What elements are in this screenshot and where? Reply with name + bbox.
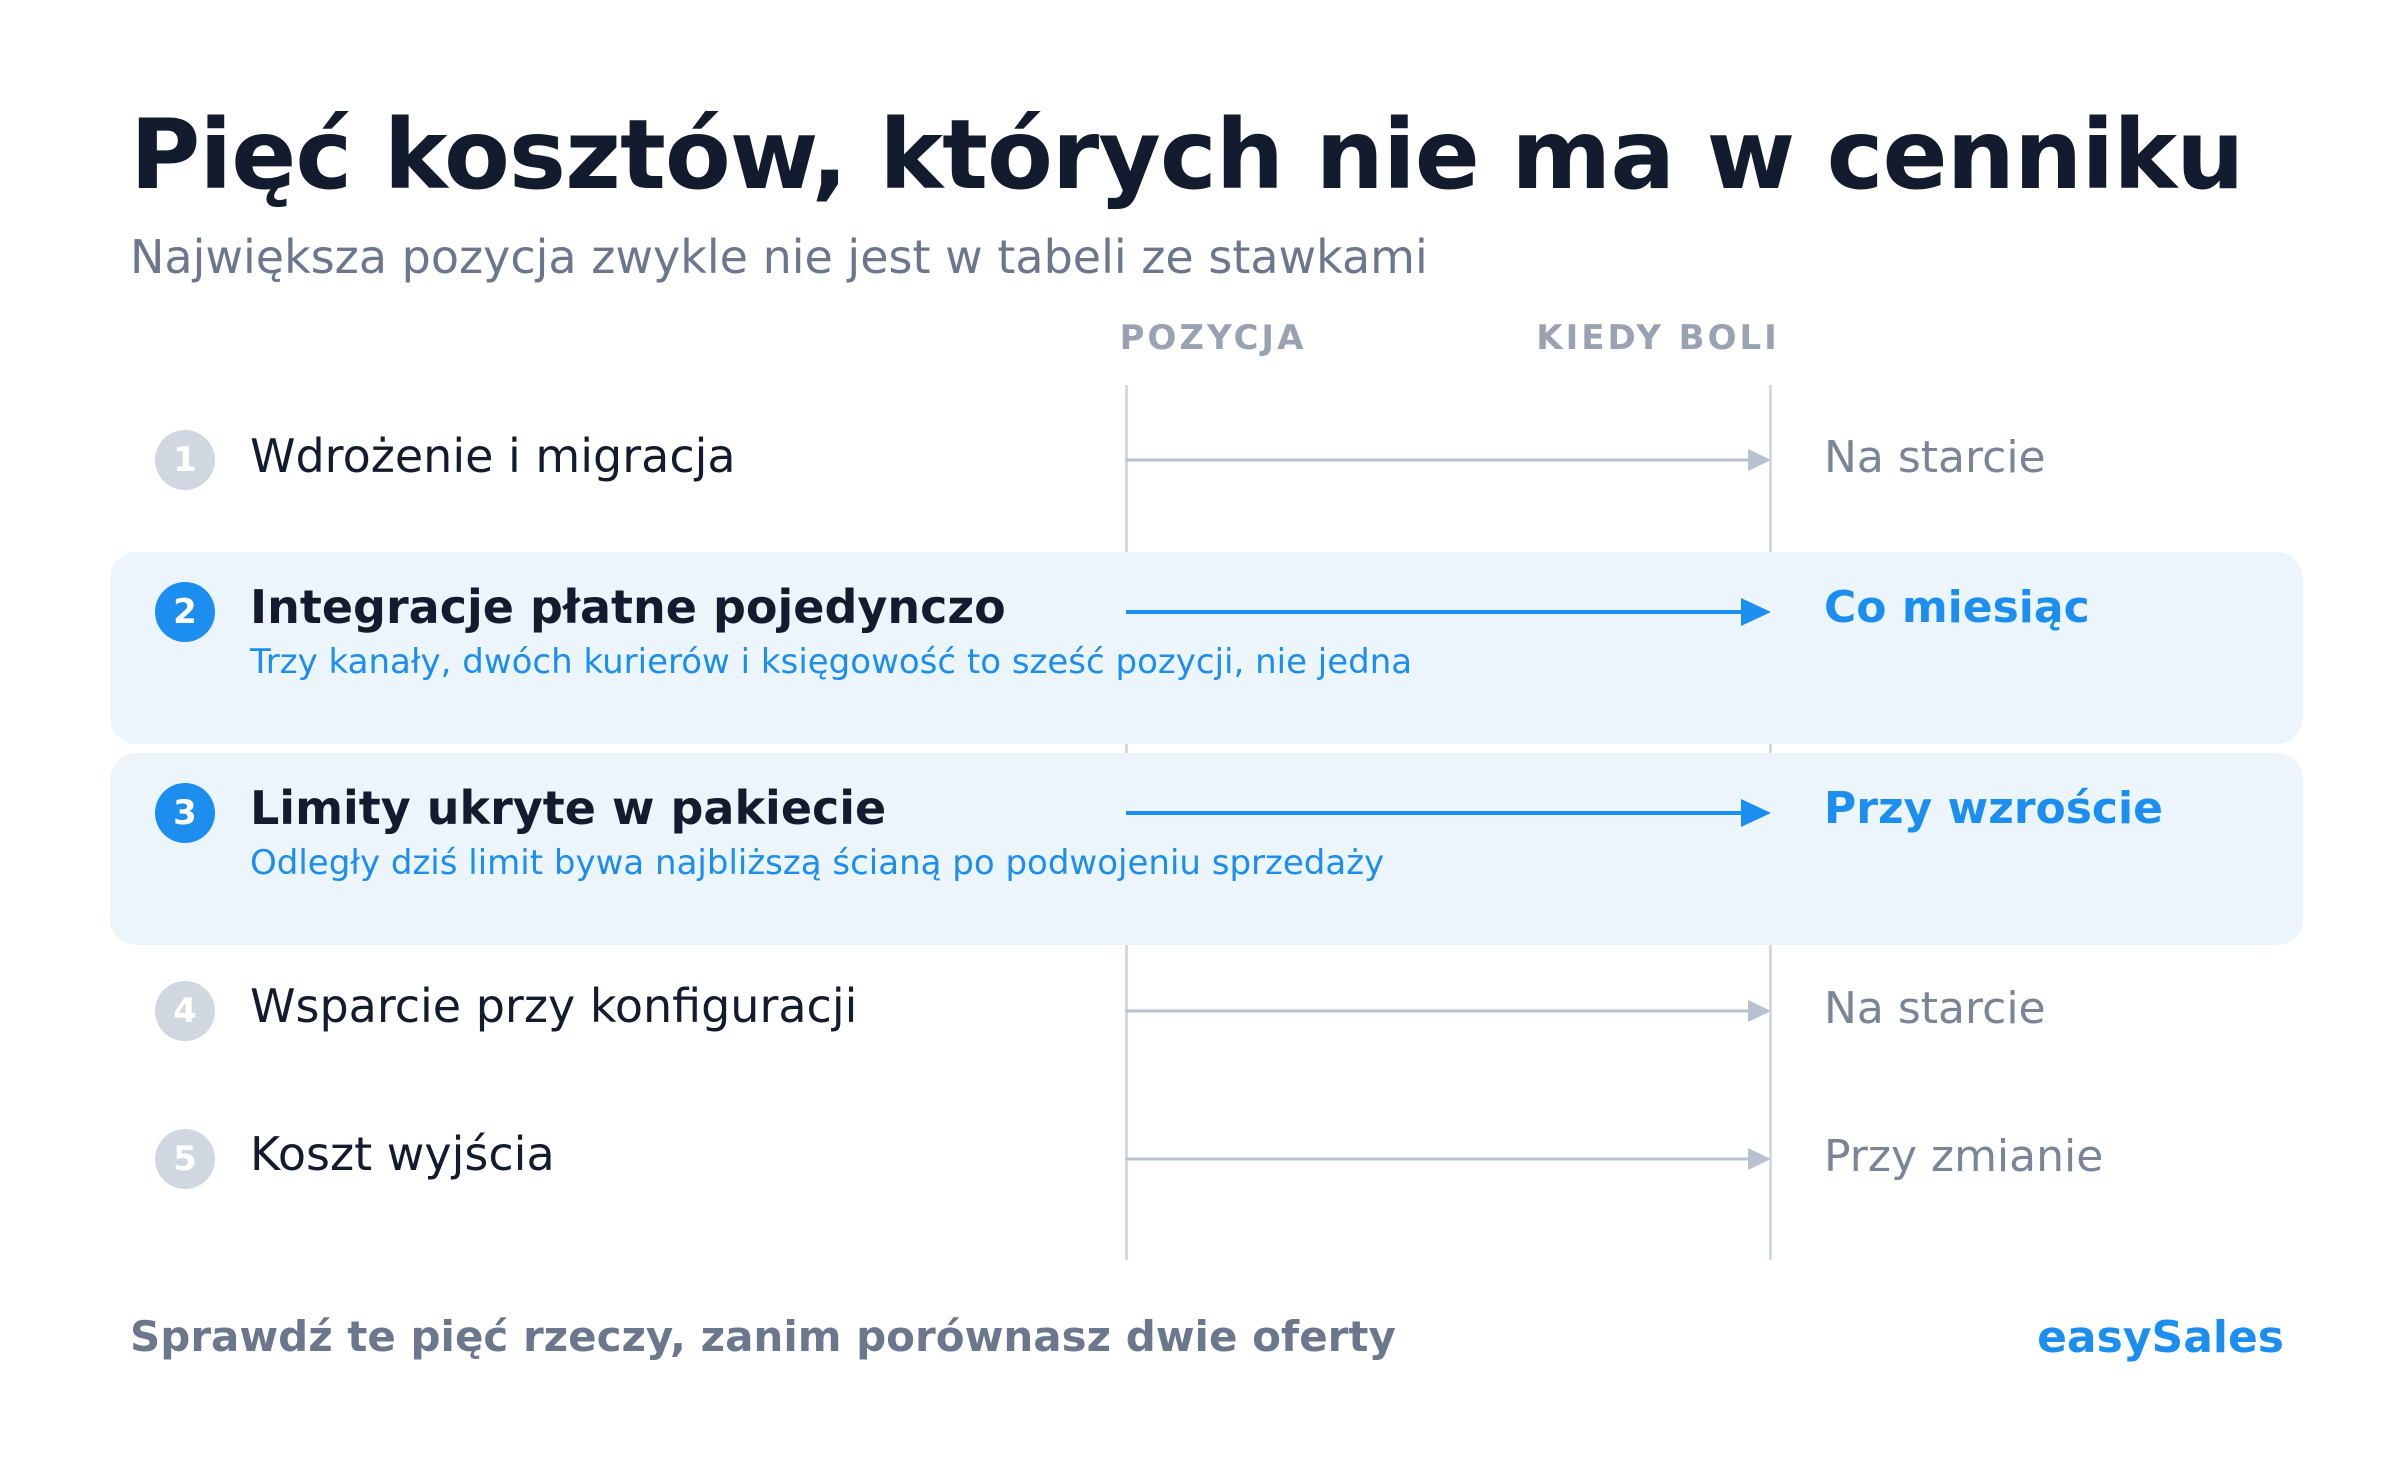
row-label: Koszt wyjścia [250, 1127, 555, 1181]
column-header-when: KIEDY BOLI [1536, 318, 1780, 358]
arrow-icon [1126, 449, 1771, 471]
row-note: Trzy kanały, dwóch kurierów i księgowość… [250, 642, 1413, 682]
row-label: Wsparcie przy konfiguracji [250, 979, 858, 1033]
page-title: Pięć kosztów, których nie ma w cenniku [130, 99, 2244, 211]
row-number-badge: 5 [155, 1129, 215, 1189]
row-label: Wdrożenie i migracja [250, 429, 736, 483]
row-note: Odległy dziś limit bywa najbliższą ścian… [250, 843, 1385, 883]
row-when: Co miesiąc [1824, 582, 2090, 633]
cost-row-4: 4 Wsparcie przy konfiguracji Na starcie [110, 953, 2303, 1069]
cost-row-3: 3 Limity ukryte w pakiecie Odległy dziś … [110, 753, 2303, 945]
footer-text: Sprawdź te pięć rzeczy, zanim porównasz … [130, 1312, 1396, 1361]
row-when: Na starcie [1824, 432, 2046, 483]
cost-row-5: 5 Koszt wyjścia Przy zmianie [110, 1101, 2303, 1217]
column-header-position: POZYCJA [1119, 318, 1307, 358]
arrow-icon [1126, 598, 1771, 626]
row-when: Przy wzroście [1824, 783, 2163, 834]
row-number-badge: 3 [155, 783, 215, 843]
brand-logo: easySales [2037, 1312, 2284, 1363]
row-number-badge: 4 [155, 981, 215, 1041]
cost-row-2: 2 Integracje płatne pojedynczo Trzy kana… [110, 552, 2303, 744]
row-when: Na starcie [1824, 983, 2046, 1034]
arrow-icon [1126, 1000, 1771, 1022]
row-when: Przy zmianie [1824, 1131, 2104, 1182]
arrow-icon [1126, 799, 1771, 827]
row-label: Limity ukryte w pakiecie [250, 781, 887, 835]
arrow-icon [1126, 1148, 1771, 1170]
row-label: Integracje płatne pojedynczo [250, 580, 1006, 634]
row-number-badge: 1 [155, 430, 215, 490]
page-subtitle: Największa pozycja zwykle nie jest w tab… [130, 230, 1428, 284]
row-number-badge: 2 [155, 582, 215, 642]
cost-row-1: 1 Wdrożenie i migracja Na starcie [110, 402, 2303, 518]
